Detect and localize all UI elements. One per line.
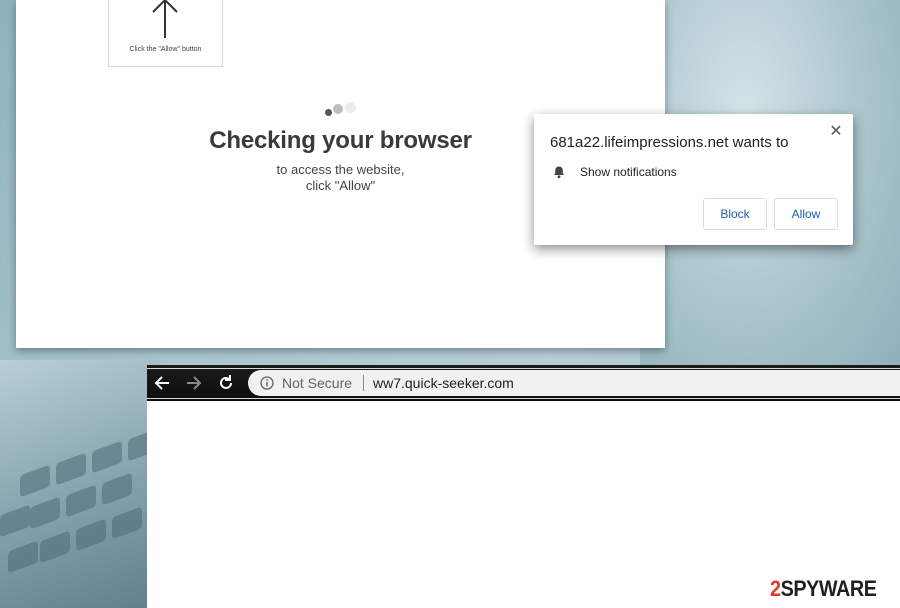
- arrow-up-icon: [152, 0, 178, 38]
- address-separator: [363, 375, 364, 391]
- reload-icon[interactable]: [217, 374, 235, 392]
- close-icon[interactable]: ✕: [827, 123, 845, 141]
- url-text[interactable]: ww7.quick-seeker.com: [373, 375, 514, 391]
- permission-label: Show notifications: [580, 165, 677, 179]
- notification-permission-dialog: 681a22.lifeimpressions.net wants to ✕ Sh…: [534, 114, 853, 245]
- back-arrow-icon[interactable]: [153, 374, 171, 392]
- address-bar[interactable]: Not Secure ww7.quick-seeker.com: [248, 370, 900, 396]
- allow-hint-box: Click the "Allow" button: [108, 0, 223, 67]
- forward-arrow-icon[interactable]: [185, 374, 203, 392]
- dialog-title: 681a22.lifeimpressions.net wants to: [550, 134, 789, 151]
- security-indicator[interactable]: Not Secure: [282, 375, 352, 391]
- allow-hint-text: Click the "Allow" button: [129, 46, 202, 53]
- bell-icon: [553, 166, 565, 179]
- toolbar-stripe: [147, 368, 900, 369]
- allow-button[interactable]: Allow: [774, 198, 838, 230]
- site-watermark-logo: 2SPYWARE: [770, 576, 877, 601]
- loading-spinner-icon: [324, 102, 364, 118]
- browser-toolbar: Not Secure ww7.quick-seeker.com: [147, 365, 900, 401]
- toolbar-stripe: [147, 398, 900, 399]
- background-keyboard: [0, 360, 160, 608]
- block-button[interactable]: Block: [703, 198, 767, 230]
- info-icon[interactable]: [260, 376, 274, 390]
